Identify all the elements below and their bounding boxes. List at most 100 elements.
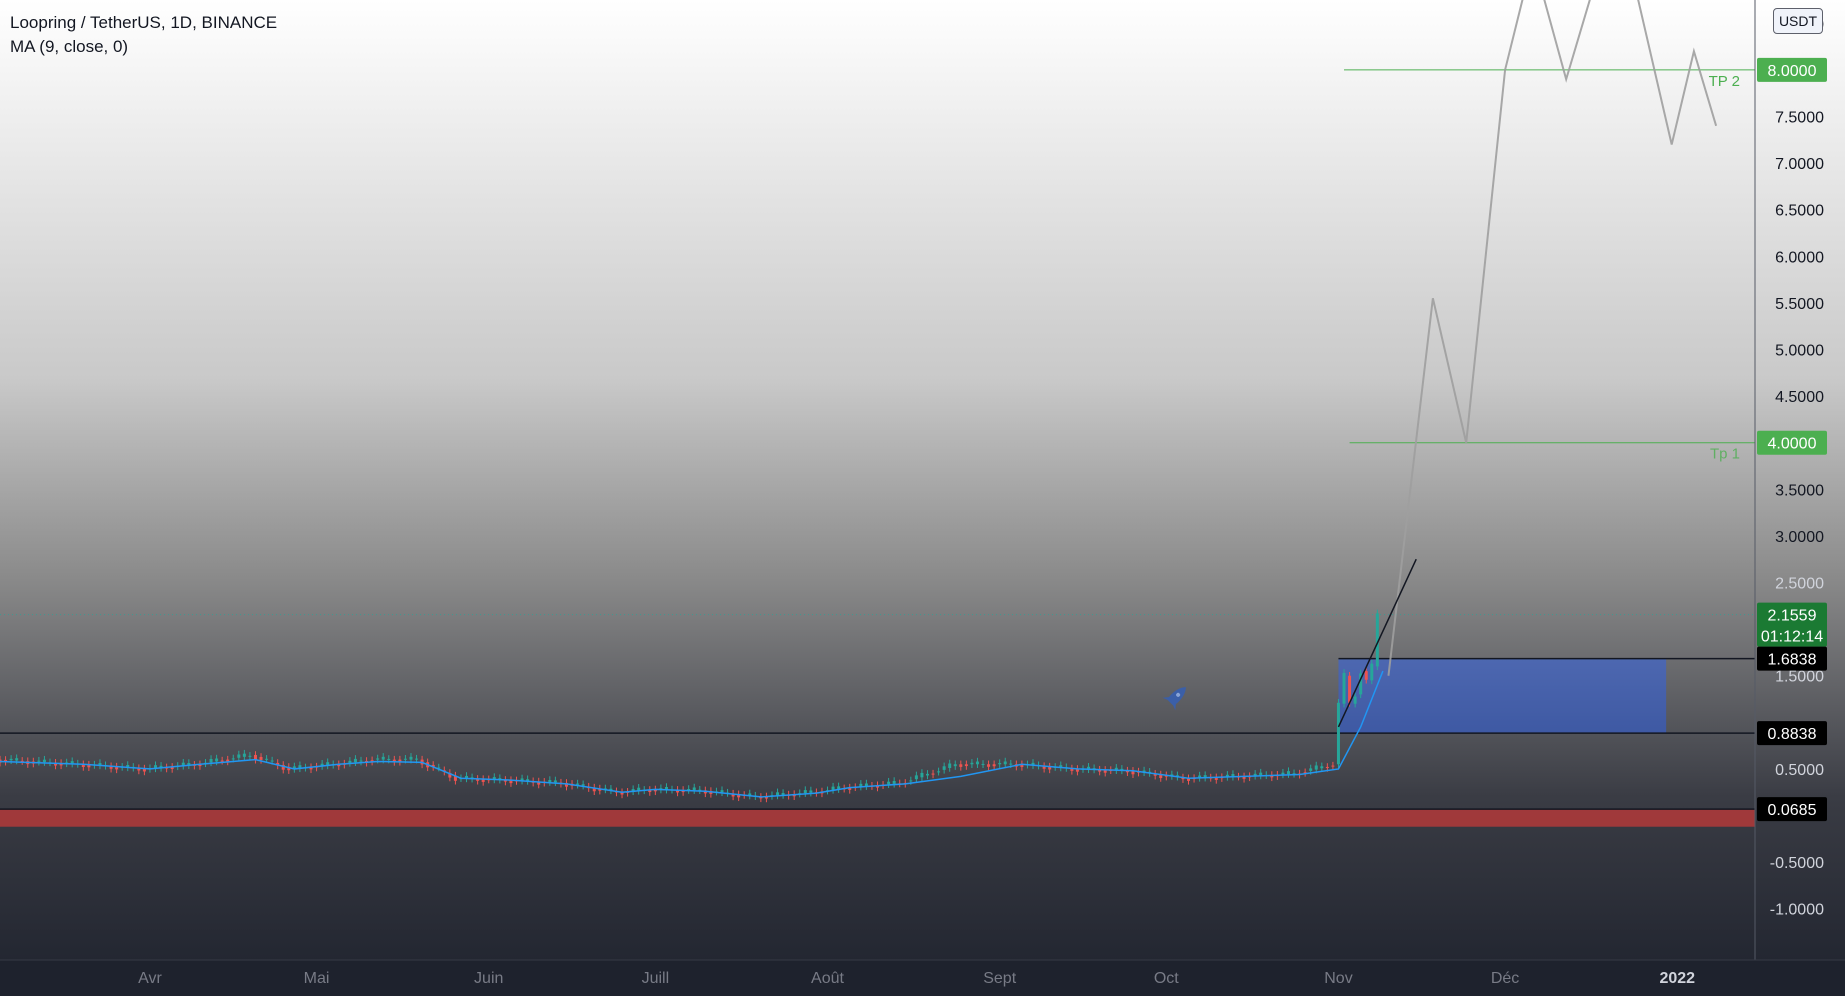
zone-bottom-price-tag-text: 0.8838 (1768, 726, 1817, 743)
candle-body (948, 763, 952, 768)
candle-body (220, 760, 224, 762)
candle-body (964, 764, 968, 767)
price-tick-label: 7.0000 (1775, 156, 1824, 173)
candle-body (270, 760, 274, 762)
candle-body (887, 781, 891, 785)
candle-body (1003, 761, 1007, 765)
time-tick-label: Déc (1491, 970, 1519, 987)
ma-line (0, 670, 1384, 798)
candle-body (37, 760, 41, 762)
candle-body (548, 780, 552, 783)
candle-body (265, 758, 269, 760)
candle-body (1353, 696, 1357, 704)
candle-body (942, 766, 946, 770)
candle-body (720, 790, 724, 793)
candle-body (1325, 766, 1329, 768)
candle-body (1281, 772, 1285, 775)
tp1-label: Tp 1 (1710, 446, 1740, 463)
candle-body (981, 763, 985, 765)
candle-body (415, 758, 419, 760)
zone-layer (1338, 658, 1667, 734)
tp1-price-tag-text: 4.0000 (1768, 436, 1817, 453)
candle-body (920, 772, 924, 778)
time-tick-label: Oct (1154, 970, 1179, 987)
candle-body (1364, 671, 1368, 680)
candle-body (1009, 763, 1013, 765)
candle-body (248, 755, 252, 757)
candle-body (242, 753, 246, 757)
candle-body (1331, 765, 1335, 767)
candle-body (209, 758, 213, 763)
candle-body (1314, 765, 1318, 770)
rocket-icon (1162, 687, 1186, 711)
candle-body (348, 760, 352, 763)
price-tick-label: 3.0000 (1775, 529, 1824, 546)
price-tick-label: 3.5000 (1775, 482, 1824, 499)
support-price-tag: 0.0685 (1757, 797, 1827, 822)
drawing-label-layer: TP 2 Tp 1 (1709, 73, 1740, 463)
currency-button[interactable]: USDT (1773, 8, 1823, 34)
chart-legend: Loopring / TetherUS, 1D, BINANCE MA (9, … (10, 11, 277, 59)
time-tick-label: Août (811, 970, 844, 987)
candle-body (403, 758, 407, 760)
candle-body (9, 758, 13, 761)
projection-path (1387, 0, 1718, 676)
last-price-tag-countdown: 01:12:14 (1761, 629, 1823, 646)
time-tick-label: Avr (138, 970, 162, 987)
candle-body (1309, 768, 1313, 771)
candle-body (937, 771, 941, 773)
entry-zone (1338, 658, 1667, 734)
tp1-price-tag: 4.0000 (1757, 430, 1827, 455)
candle-body (1348, 675, 1352, 703)
projection-layer (1387, 0, 1718, 676)
symbol-title[interactable]: Loopring / TetherUS, 1D, BINANCE (10, 11, 277, 35)
time-axis-background (0, 960, 1845, 996)
candle-body (576, 783, 580, 785)
time-tick-label: 2022 (1659, 970, 1695, 987)
price-tick-label: 6.0000 (1775, 249, 1824, 266)
candle-body (1320, 766, 1324, 769)
zone-bottom-price-tag: 0.8838 (1757, 721, 1827, 746)
price-tick-label: 1.5000 (1775, 669, 1824, 686)
last-price-tag-text: 2.1559 (1768, 608, 1817, 625)
candle-body (1370, 663, 1374, 681)
ma-layer (0, 670, 1384, 798)
zone-top-price-tag: 1.6838 (1757, 646, 1827, 671)
price-tick-label: -0.5000 (1770, 855, 1824, 872)
support-price-tag-text: 0.0685 (1768, 802, 1817, 819)
tp2-label: TP 2 (1709, 73, 1740, 90)
candle-body (970, 762, 974, 765)
candle-body (909, 780, 913, 782)
candle-body (809, 790, 813, 793)
candle-body (987, 764, 991, 767)
zone-top-price-tag-text: 1.6838 (1768, 652, 1817, 669)
candle-body (237, 754, 241, 758)
candle-body (959, 764, 963, 767)
candle-layer (0, 609, 1379, 803)
candle-body (831, 786, 835, 790)
time-tick-label: Juill (642, 970, 670, 987)
candle-body (387, 758, 391, 760)
candle-body (259, 756, 263, 760)
price-tick-label: 5.0000 (1775, 343, 1824, 360)
price-tick-label: 4.5000 (1775, 389, 1824, 406)
price-tick-label: 2.5000 (1775, 576, 1824, 593)
candle-body (1336, 702, 1340, 765)
time-tick-label: Mai (304, 970, 330, 987)
indicator-title[interactable]: MA (9, close, 0) (10, 35, 277, 59)
price-tick-label: 7.5000 (1775, 110, 1824, 127)
chart-canvas[interactable]: TP 2Tp 1 8.50007.50007.00006.50006.00005… (0, 0, 1845, 996)
price-axis[interactable]: 8.50007.50007.00006.50006.00005.50005.00… (1770, 16, 1824, 918)
price-tick-label: 0.5000 (1775, 762, 1824, 779)
last-price-tag: 2.1559 01:12:14 (1757, 602, 1827, 647)
candle-body (353, 758, 357, 763)
candle-body (975, 761, 979, 765)
candle-body (914, 775, 918, 780)
candle-body (1342, 672, 1346, 704)
candle-body (931, 773, 935, 775)
price-tick-label: 6.5000 (1775, 203, 1824, 220)
candle-body (1286, 771, 1290, 775)
time-tick-label: Juin (474, 970, 503, 987)
candle-body (15, 758, 19, 761)
candle-body (953, 764, 957, 767)
